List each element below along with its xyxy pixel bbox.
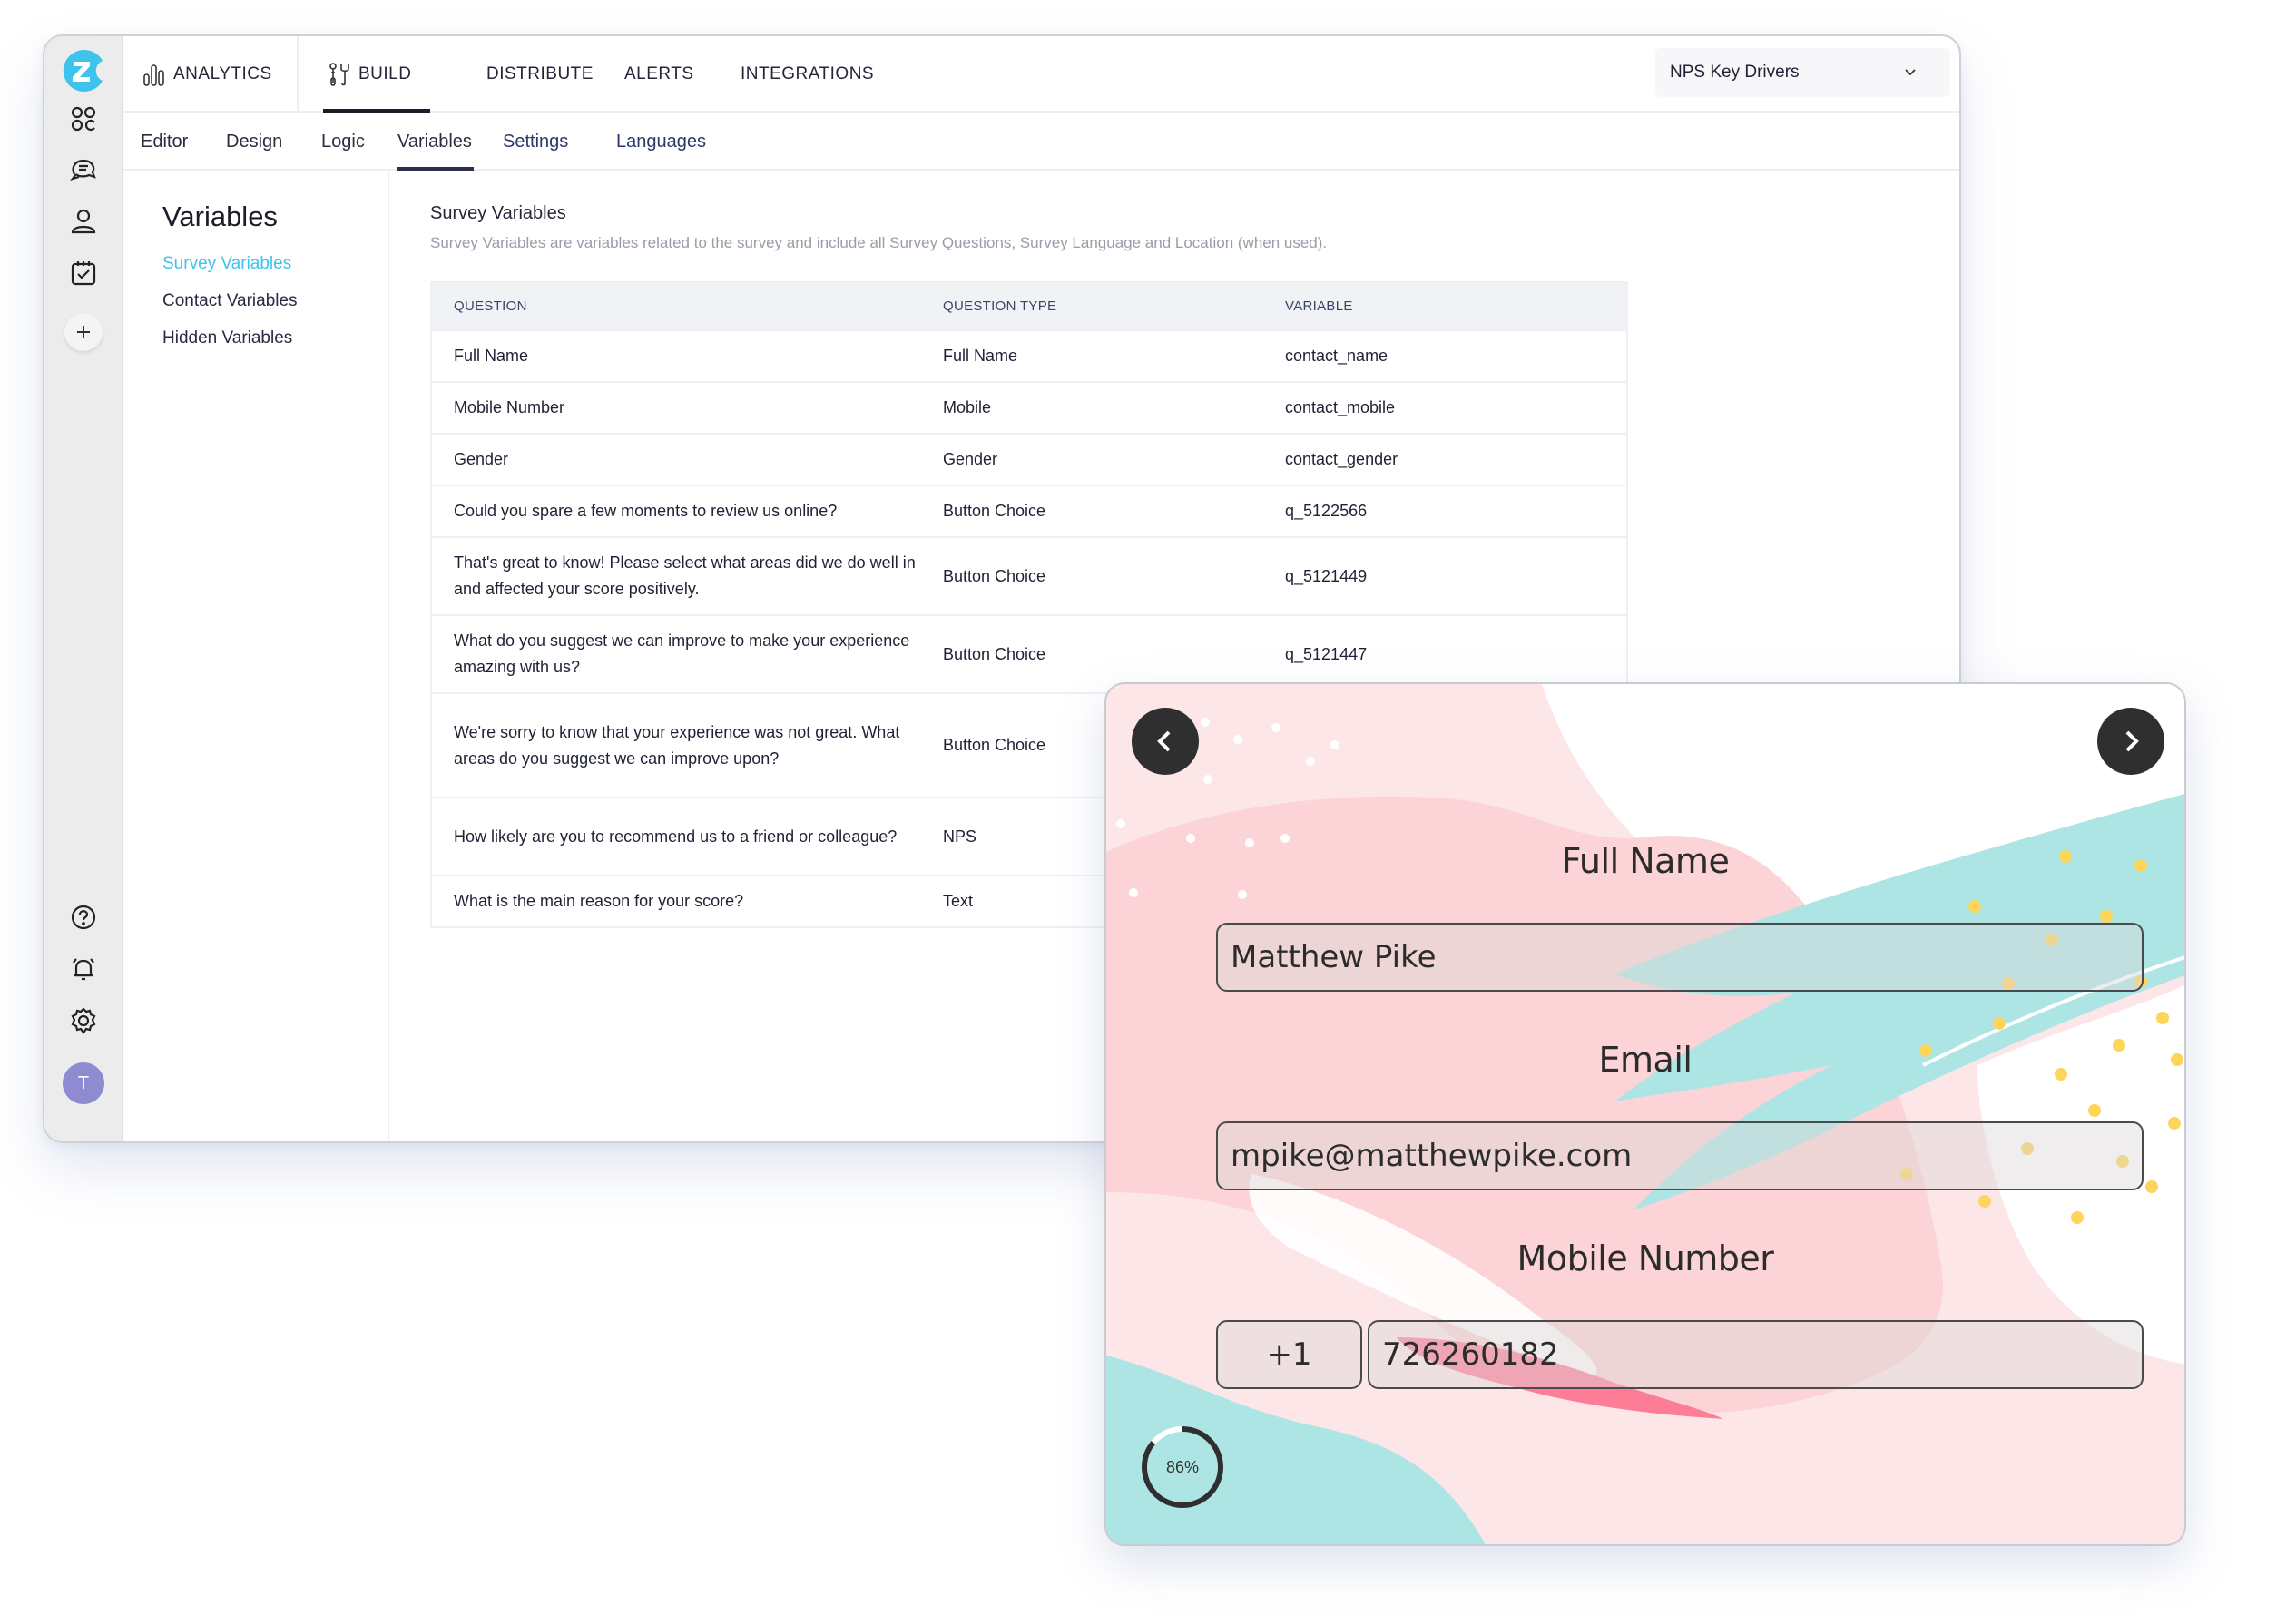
full-name-field[interactable]: Matthew Pike [1216,923,2144,992]
label-mobile-number: Mobile Number [1516,1238,1774,1278]
survey-select-value: NPS Key Drivers [1670,63,1800,82]
topnav-analytics-label: ANALYTICS [173,64,272,83]
cell-type: Gender [943,450,998,468]
link-contact-variables[interactable]: Contact Variables [162,291,298,311]
cell-type: Mobile [943,398,992,416]
topnav-alerts[interactable]: ALERTS [624,36,694,113]
link-survey-variables[interactable]: Survey Variables [162,254,291,274]
survey-preview-card: Full Name Matthew Pike Email mpike@matth… [1104,682,2186,1546]
cell-question: That's great to know! Please select what… [454,553,916,598]
avatar-button[interactable]: T [44,1062,123,1104]
section-title: Survey Variables [430,203,566,223]
zonka-logo-icon[interactable] [61,48,106,93]
chat-icon[interactable] [44,149,123,191]
link-hidden-variables[interactable]: Hidden Variables [162,328,292,348]
survey-select[interactable]: NPS Key Drivers [1655,48,1950,97]
table-row[interactable]: Gender Gender contact_gender [432,435,1626,486]
sub-nav: Editor Design Logic Variables Settings L… [123,113,1959,171]
decorative-background [1106,684,2184,1544]
chevron-down-icon [1905,69,1916,76]
calendar-check-icon[interactable] [44,252,123,294]
table-header: QUESTION QUESTION TYPE VARIABLE [432,283,1626,331]
cell-variable: contact_gender [1285,450,1398,468]
cell-type: Button Choice [943,566,1046,585]
chevron-right-icon [2125,730,2139,752]
country-code-field[interactable]: +1 [1216,1320,1362,1389]
plus-icon [64,313,103,351]
mobile-number-field[interactable]: 726260182 [1368,1320,2144,1389]
chevron-left-icon [1157,730,1171,752]
cell-type: Full Name [943,347,1018,365]
tab-design[interactable]: Design [226,113,282,171]
topnav-build-label: BUILD [358,64,412,83]
cell-variable: q_5121447 [1285,644,1368,663]
topnav-distribute[interactable]: DISTRIBUTE [486,36,594,113]
label-full-name: Full Name [1561,841,1730,881]
next-button[interactable] [2097,708,2164,775]
table-row[interactable]: Could you spare a few moments to review … [432,486,1626,538]
header-question: QUESTION [454,299,527,314]
header-question-type: QUESTION TYPE [943,299,1057,314]
top-nav: ANALYTICS BUILD DISTRIBUTE ALERTS INTEGR… [123,36,1959,113]
cell-question: How likely are you to recommend us to a … [454,827,898,846]
bar-chart-icon [143,64,164,86]
dashboard-icon[interactable] [44,98,123,140]
tab-editor[interactable]: Editor [141,113,188,171]
topnav-integrations[interactable]: INTEGRATIONS [741,36,874,113]
bell-icon[interactable] [44,948,123,990]
cell-question: Full Name [454,347,529,365]
topnav-build[interactable]: BUILD [328,36,411,113]
cell-variable: q_5122566 [1285,502,1368,520]
table-row[interactable]: That's great to know! Please select what… [432,538,1626,616]
cell-type: Button Choice [943,502,1046,520]
progress-label: 86% [1165,1457,1200,1476]
tools-icon [329,63,349,86]
table-row[interactable]: Full Name Full Name contact_name [432,331,1626,383]
email-field[interactable]: mpike@matthewpike.com [1216,1121,2144,1190]
topnav-alerts-label: ALERTS [624,64,694,83]
add-button[interactable] [44,311,123,353]
topnav-analytics[interactable]: ANALYTICS [142,36,272,113]
cell-question: Could you spare a few moments to review … [454,502,838,520]
panel-title: Variables [162,201,278,232]
help-icon[interactable] [44,896,123,938]
icon-rail: T [44,36,123,1141]
cell-question: Mobile Number [454,398,565,416]
table-row[interactable]: Mobile Number Mobile contact_mobile [432,383,1626,435]
variables-side-panel: Variables Survey Variables Contact Varia… [123,171,389,1141]
tab-settings[interactable]: Settings [503,113,568,171]
topnav-distribute-label: DISTRIBUTE [486,64,594,83]
user-icon[interactable] [44,201,123,242]
tab-languages[interactable]: Languages [616,113,706,171]
cell-question: Gender [454,450,509,468]
cell-type: Button Choice [943,644,1046,663]
cell-variable: contact_name [1285,347,1388,365]
topnav-divider [297,36,299,113]
avatar: T [63,1062,104,1104]
header-variable: VARIABLE [1285,299,1353,314]
previous-button[interactable] [1132,708,1199,775]
gear-icon[interactable] [44,1000,123,1042]
tab-logic[interactable]: Logic [321,113,365,171]
section-description: Survey Variables are variables related t… [430,234,1328,251]
cell-variable: contact_mobile [1285,398,1396,416]
label-email: Email [1598,1040,1693,1080]
cell-question: What is the main reason for your score? [454,892,744,910]
tab-variables[interactable]: Variables [397,113,472,171]
cell-question: What do you suggest we can improve to ma… [454,631,910,676]
topnav-integrations-label: INTEGRATIONS [741,64,875,83]
cell-question: We're sorry to know that your experience… [454,722,900,768]
cell-variable: q_5121449 [1285,566,1368,585]
